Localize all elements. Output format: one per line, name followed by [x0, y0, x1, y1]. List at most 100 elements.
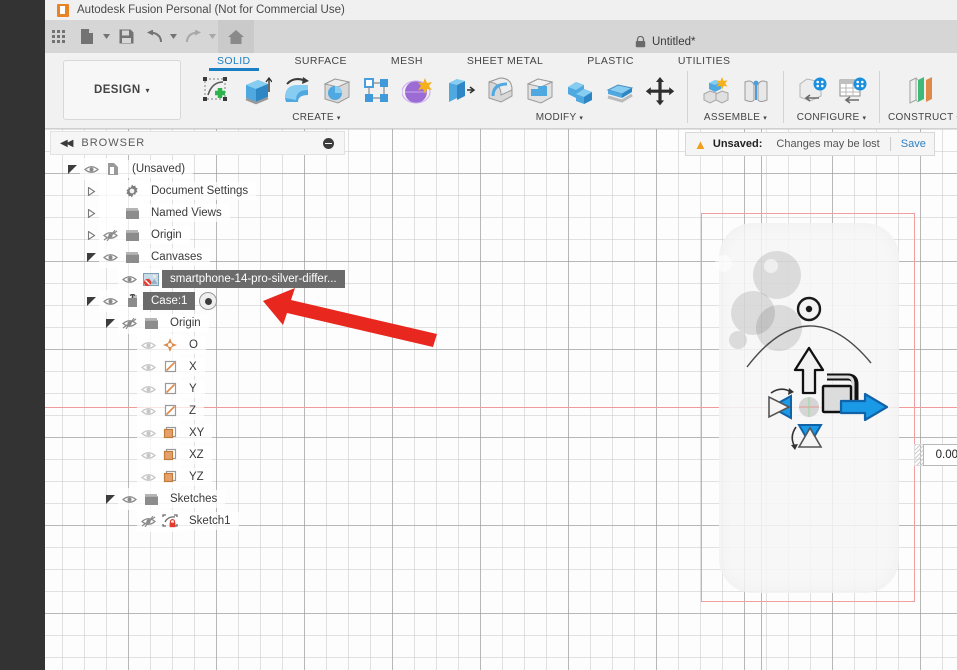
named-views[interactable]: Named Views	[50, 202, 350, 224]
tree-node-label[interactable]: Sketch1	[181, 512, 239, 530]
configuration-table-tool[interactable]	[832, 71, 871, 111]
tree-node-label[interactable]: Named Views	[143, 204, 230, 222]
origin-plane-xy[interactable]: XY	[50, 422, 350, 444]
shell-tool[interactable]	[520, 71, 559, 111]
tree-node-label[interactable]: Origin	[143, 226, 190, 244]
tab-plastic[interactable]: PLASTIC	[565, 55, 656, 67]
extrude-tool[interactable]	[237, 71, 276, 111]
origin-axis-z[interactable]: Z	[50, 400, 350, 422]
visibility-toggle[interactable]	[80, 158, 102, 180]
tab-surface[interactable]: SURFACE	[273, 55, 369, 67]
twisty-collapsed[interactable]	[83, 224, 99, 246]
create-panel-label[interactable]: CREATE ▾	[292, 111, 340, 125]
tree-node-label[interactable]: Y	[181, 380, 205, 398]
origin-root[interactable]: Origin	[50, 224, 350, 246]
tree-node-label[interactable]: X	[181, 358, 205, 376]
tree-node-label[interactable]: Z	[181, 402, 205, 420]
rotate-left-icon[interactable]	[768, 388, 794, 420]
origin-point-o[interactable]: O	[50, 334, 350, 356]
origin-plane-xz[interactable]: XZ	[50, 444, 350, 466]
tree-node-label[interactable]: XZ	[181, 446, 212, 464]
move-copy-tool[interactable]	[640, 71, 679, 111]
form-tool[interactable]	[397, 71, 436, 111]
undo-button[interactable]	[140, 20, 168, 53]
twisty-expanded[interactable]	[83, 290, 99, 312]
collapse-left-icon[interactable]: ◀◀	[60, 138, 73, 149]
dimension-input[interactable]: 0.00 mm	[923, 444, 957, 466]
tree-node-label[interactable]: Document Settings	[143, 182, 257, 200]
visibility-toggle[interactable]	[99, 290, 121, 312]
tree-node-label[interactable]: Sketches	[162, 490, 226, 508]
minus-circle-icon[interactable]	[323, 137, 334, 149]
tab-solid[interactable]: SOLID	[195, 55, 273, 71]
rectangular-pattern-tool[interactable]	[357, 71, 396, 111]
visibility-toggle[interactable]	[137, 444, 159, 466]
construct-panel-label[interactable]: CONSTRUCT▾	[888, 111, 957, 125]
split-face-tool[interactable]	[600, 71, 639, 111]
visibility-toggle[interactable]	[99, 246, 121, 268]
tree-node-label[interactable]: O	[181, 336, 206, 354]
new-file-dropdown[interactable]	[101, 20, 112, 53]
drag-grip-icon[interactable]	[914, 444, 923, 466]
revolve-tool[interactable]	[277, 71, 316, 111]
configuration-tool[interactable]	[792, 71, 831, 111]
visibility-toggle[interactable]	[118, 488, 140, 510]
tree-node-label[interactable]: YZ	[181, 468, 212, 486]
redo-dropdown[interactable]	[207, 20, 218, 53]
twisty-expanded[interactable]	[102, 312, 118, 334]
visibility-toggle[interactable]	[137, 422, 159, 444]
visibility-toggle[interactable]	[137, 400, 159, 422]
visibility-toggle[interactable]	[99, 224, 121, 246]
dimension-input-group[interactable]: 0.00 mm	[914, 444, 957, 466]
tree-node-label[interactable]: (Unsaved)	[124, 160, 194, 178]
visibility-toggle[interactable]	[137, 378, 159, 400]
component-case-1[interactable]: Case:1	[50, 290, 350, 312]
tree-node-label[interactable]: Case:1	[143, 292, 196, 310]
sketch1[interactable]: Sketch1	[50, 510, 350, 532]
activate-component-radio[interactable]	[199, 292, 218, 310]
visibility-toggle[interactable]	[137, 356, 159, 378]
press-pull-tool[interactable]	[440, 71, 479, 111]
home-tab[interactable]	[218, 20, 254, 53]
redo-button[interactable]	[179, 20, 207, 53]
assemble-panel-label[interactable]: ASSEMBLE ▾	[704, 111, 767, 125]
undo-dropdown[interactable]	[168, 20, 179, 53]
save-button[interactable]	[112, 20, 140, 53]
visibility-toggle[interactable]	[118, 312, 140, 334]
visibility-toggle[interactable]	[137, 510, 159, 532]
tree-node-label[interactable]: Canvases	[143, 248, 211, 266]
origin-plane-yz[interactable]: YZ	[50, 466, 350, 488]
fillet-tool[interactable]	[480, 71, 519, 111]
canvas-image[interactable]: smartphone-14-pro-silver-differ...	[50, 268, 350, 290]
tree-node-label[interactable]: Origin	[162, 314, 209, 332]
tab-mesh[interactable]: MESH	[369, 55, 445, 67]
joint-tool[interactable]	[736, 71, 775, 111]
sketches-folder[interactable]: Sketches	[50, 488, 350, 510]
visibility-toggle[interactable]	[137, 334, 159, 356]
document-settings[interactable]: Document Settings	[50, 180, 350, 202]
case-origin-folder[interactable]: Origin	[50, 312, 350, 334]
rotate-down-icon[interactable]	[791, 424, 823, 450]
document-root[interactable]: (Unsaved)	[50, 158, 350, 180]
construct-plane-tool[interactable]	[902, 71, 946, 111]
combine-tool[interactable]	[560, 71, 599, 111]
tree-node-label[interactable]: XY	[181, 424, 213, 442]
tab-sheet-metal[interactable]: SHEET METAL	[445, 55, 565, 67]
origin-axis-y[interactable]: Y	[50, 378, 350, 400]
app-grid-button[interactable]	[45, 20, 73, 53]
tree-node-label[interactable]: smartphone-14-pro-silver-differ...	[162, 270, 345, 288]
twisty-expanded[interactable]	[83, 246, 99, 268]
origin-sphere-icon[interactable]	[799, 397, 819, 417]
canvases-folder[interactable]: Canvases	[50, 246, 350, 268]
twisty-expanded[interactable]	[64, 158, 80, 180]
twisty-collapsed[interactable]	[83, 180, 99, 202]
twisty-collapsed[interactable]	[83, 202, 99, 224]
document-tab[interactable]: Untitled*	[635, 32, 695, 52]
create-sketch-tool[interactable]	[197, 71, 236, 111]
modify-panel-label[interactable]: MODIFY ▾	[536, 111, 584, 125]
visibility-toggle[interactable]	[137, 466, 159, 488]
tab-utilities[interactable]: UTILITIES	[656, 55, 753, 67]
hole-tool[interactable]	[317, 71, 356, 111]
pivot-dot-icon[interactable]	[796, 296, 822, 322]
new-component-tool[interactable]	[696, 71, 735, 111]
